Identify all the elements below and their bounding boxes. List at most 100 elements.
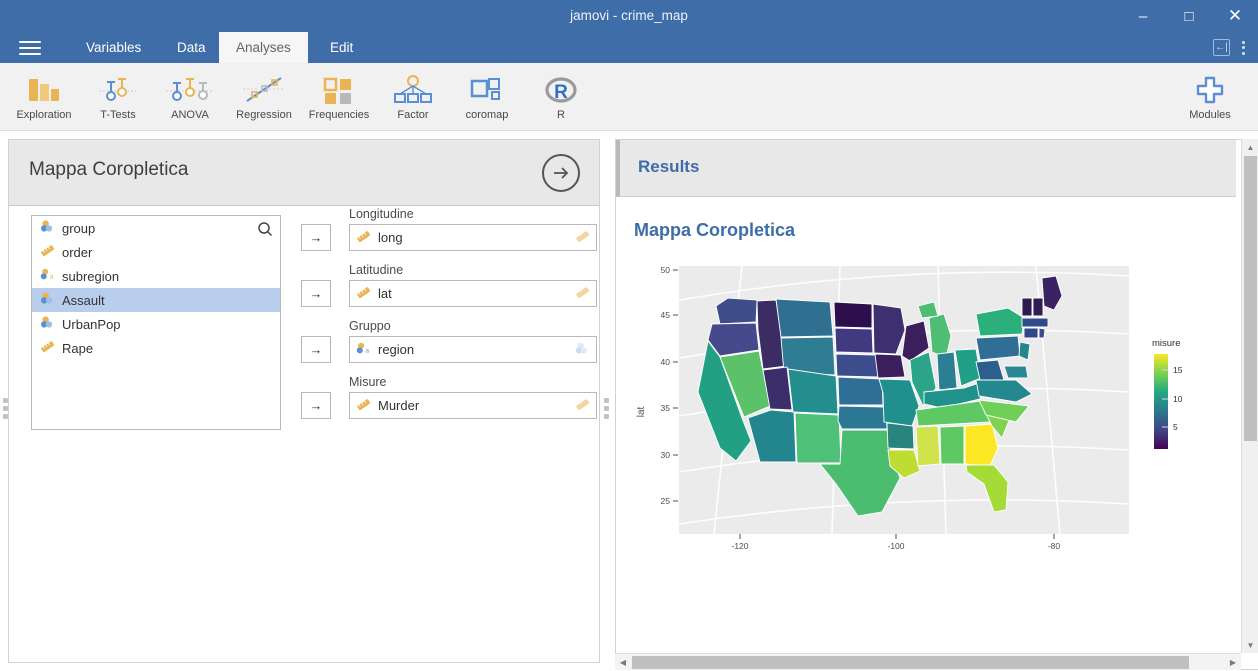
variable-item-order[interactable]: order bbox=[32, 240, 280, 264]
svg-text:a: a bbox=[50, 273, 54, 280]
nominal-text-icon: a bbox=[356, 341, 371, 359]
ribbon-exploration[interactable]: Exploration bbox=[2, 67, 86, 127]
ribbon-anova[interactable]: ANOVA bbox=[148, 67, 232, 127]
tab-data[interactable]: Data bbox=[160, 32, 223, 63]
variable-label: Rape bbox=[62, 340, 94, 356]
jamovi-window: jamovi - crime_map – □ ✕ Variables Data … bbox=[0, 0, 1258, 670]
options-title: Mappa Coropletica bbox=[29, 159, 189, 180]
assign-longitudine-button[interactable]: → bbox=[301, 224, 331, 251]
back-arrow-icon[interactable]: ←| bbox=[1213, 39, 1230, 56]
field-box-gruppo[interactable]: a region bbox=[349, 336, 597, 363]
choropleth-chart[interactable]: 50 45 40 35 30 25 lat -120 -100 -80 long bbox=[624, 265, 1229, 569]
window-title: jamovi - crime_map bbox=[570, 8, 688, 23]
svg-text:10: 10 bbox=[1173, 394, 1183, 404]
legend: misure 15 10 5 bbox=[1152, 338, 1183, 449]
close-button[interactable]: ✕ bbox=[1212, 0, 1258, 32]
scroll-right-arrow[interactable]: ▶ bbox=[1225, 654, 1241, 671]
continuous-icon-tail bbox=[575, 397, 590, 415]
field-assignments: Longitudine → long Latitudine → lat Grup… bbox=[301, 207, 597, 431]
ribbon-coromap[interactable]: coromap bbox=[445, 67, 529, 127]
modules-label: Modules bbox=[1189, 109, 1231, 121]
analyses-ribbon: Exploration T-Tests ANOVA Regression Fre… bbox=[0, 63, 1258, 131]
horizontal-scroll-thumb[interactable] bbox=[632, 656, 1189, 669]
svg-text:30: 30 bbox=[661, 450, 671, 460]
results-header: Results bbox=[616, 140, 1236, 197]
assign-gruppo-button[interactable]: → bbox=[301, 336, 331, 363]
maximize-button[interactable]: □ bbox=[1166, 0, 1212, 32]
modules-button[interactable]: Modules bbox=[1168, 67, 1252, 127]
svg-text:5: 5 bbox=[1173, 422, 1178, 432]
variable-label: group bbox=[62, 220, 96, 236]
legend-colorbar bbox=[1154, 354, 1168, 449]
continuous-icon bbox=[356, 397, 371, 415]
bar-chart-icon bbox=[25, 73, 63, 107]
continuous-icon bbox=[40, 339, 55, 357]
scroll-down-arrow[interactable]: ▼ bbox=[1242, 637, 1258, 653]
tab-edit[interactable]: Edit bbox=[313, 32, 370, 63]
minimize-button[interactable]: – bbox=[1120, 0, 1166, 32]
assign-misure-button[interactable]: → bbox=[301, 392, 331, 419]
chart-svg: 50 45 40 35 30 25 lat -120 -100 -80 long bbox=[636, 265, 1183, 569]
ribbon-factor[interactable]: Factor bbox=[371, 67, 455, 127]
ribbon-r[interactable]: R R bbox=[519, 67, 603, 127]
options-body: group order a subregion Assault UrbanPop… bbox=[9, 207, 599, 662]
regression-icon bbox=[241, 73, 287, 107]
ribbon-label: Factor bbox=[397, 109, 429, 121]
analysis-title: Mappa Coropletica bbox=[634, 220, 796, 240]
splitter-left[interactable] bbox=[0, 390, 11, 426]
analysis-options-panel: Mappa Coropletica group order a subregio… bbox=[8, 139, 600, 663]
field-box-longitudine[interactable]: long bbox=[349, 224, 597, 251]
factor-icon bbox=[392, 73, 434, 107]
svg-text:35: 35 bbox=[661, 403, 671, 413]
svg-text:25: 25 bbox=[661, 496, 671, 506]
variable-item-urbanpop[interactable]: UrbanPop bbox=[32, 312, 280, 336]
variable-item-rape[interactable]: Rape bbox=[32, 336, 280, 360]
field-group-longitudine: Longitudine → long bbox=[301, 207, 597, 263]
y-axis-label: lat bbox=[636, 406, 647, 417]
r-logo-icon: R bbox=[544, 73, 578, 107]
results-body[interactable]: Mappa Coropletica 50 45 40 35 30 25 lat … bbox=[616, 198, 1236, 669]
arrow-right-circle-icon[interactable] bbox=[542, 154, 580, 192]
continuous-icon-tail bbox=[575, 285, 590, 303]
field-box-latitudine[interactable]: lat bbox=[349, 280, 597, 307]
ribbon-frequencies[interactable]: Frequencies bbox=[297, 67, 381, 127]
field-label: Gruppo bbox=[349, 319, 391, 333]
ribbon-label: Regression bbox=[236, 109, 292, 121]
variable-label: Assault bbox=[62, 292, 105, 308]
results-vertical-scrollbar[interactable]: ▲ ▼ bbox=[1241, 139, 1258, 653]
variable-item-assault[interactable]: Assault bbox=[32, 288, 280, 312]
splitter-middle[interactable] bbox=[601, 390, 612, 426]
hamburger-icon[interactable] bbox=[16, 37, 44, 59]
kebab-menu-icon[interactable] bbox=[1236, 39, 1250, 56]
variable-label: order bbox=[62, 244, 93, 260]
field-group-gruppo: Gruppo → a region bbox=[301, 319, 597, 375]
field-group-latitudine: Latitudine → lat bbox=[301, 263, 597, 319]
field-box-misure[interactable]: Murder bbox=[349, 392, 597, 419]
field-label: Misure bbox=[349, 375, 387, 389]
field-value: long bbox=[378, 230, 403, 245]
variable-item-group[interactable]: group bbox=[32, 216, 280, 240]
variable-item-subregion[interactable]: a subregion bbox=[32, 264, 280, 288]
ribbon-label: R bbox=[557, 109, 565, 121]
nominal-icon-tail bbox=[575, 341, 590, 359]
variable-label: UrbanPop bbox=[62, 316, 121, 332]
svg-text:40: 40 bbox=[661, 357, 671, 367]
results-panel: Results Mappa Coropletica 50 45 40 35 30… bbox=[615, 139, 1258, 670]
plus-icon bbox=[1195, 73, 1225, 107]
scroll-up-arrow[interactable]: ▲ bbox=[1242, 139, 1258, 155]
vertical-scroll-thumb[interactable] bbox=[1244, 156, 1257, 441]
tab-variables[interactable]: Variables bbox=[69, 32, 158, 63]
results-horizontal-scrollbar[interactable]: ◀ ▶ bbox=[615, 653, 1241, 670]
scroll-left-arrow[interactable]: ◀ bbox=[615, 654, 631, 671]
tab-analyses[interactable]: Analyses bbox=[219, 32, 308, 63]
legend-title: misure bbox=[1152, 338, 1181, 349]
ribbon-regression[interactable]: Regression bbox=[222, 67, 306, 127]
results-title: Results bbox=[638, 157, 700, 176]
variable-list[interactable]: group order a subregion Assault UrbanPop… bbox=[31, 215, 281, 430]
svg-text:a: a bbox=[365, 347, 369, 354]
nominal-icon bbox=[40, 219, 55, 237]
continuous-icon bbox=[356, 285, 371, 303]
assign-latitudine-button[interactable]: → bbox=[301, 280, 331, 307]
ribbon-label: coromap bbox=[465, 109, 509, 121]
search-icon[interactable] bbox=[257, 221, 273, 237]
